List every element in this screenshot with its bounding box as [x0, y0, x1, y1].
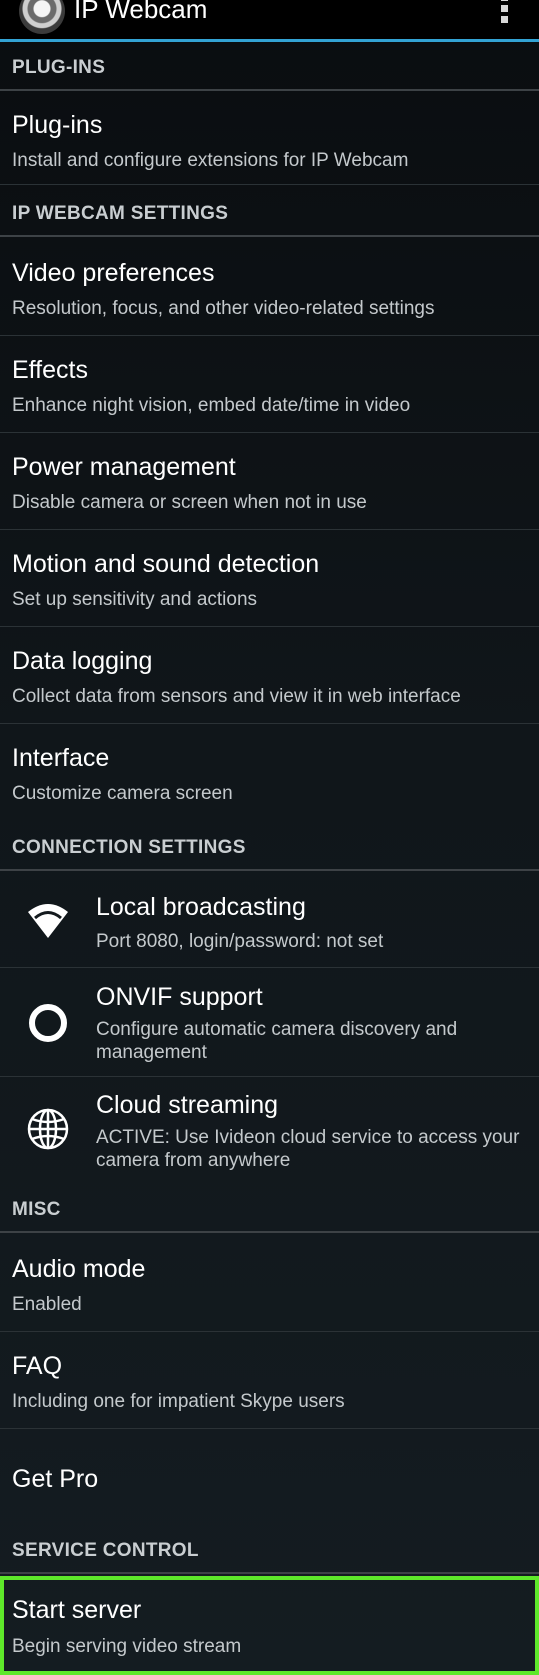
pref-summary: Disable camera or screen when not in use [12, 492, 367, 513]
section-header-service: SERVICE CONTROL [0, 1526, 539, 1574]
pref-effects[interactable]: Effects Enhance night vision, embed date… [0, 336, 539, 433]
pref-motion-detection[interactable]: Motion and sound detection Set up sensit… [0, 530, 539, 627]
section-header-misc: MISC [0, 1185, 539, 1233]
overflow-menu-icon[interactable] [499, 0, 509, 26]
pref-video-preferences[interactable]: Video preferences Resolution, focus, and… [0, 239, 539, 336]
pref-power-management[interactable]: Power management Disable camera or scree… [0, 433, 539, 530]
pref-title: FAQ [12, 1352, 63, 1380]
section-header-label: SERVICE CONTROL [12, 1540, 199, 1561]
pref-plugins[interactable]: Plug-ins Install and configure extension… [0, 93, 539, 185]
ring-icon [29, 1004, 67, 1042]
pref-local-broadcasting[interactable]: Local broadcasting Port 8080, login/pass… [0, 873, 539, 968]
section-header-label: CONNECTION SETTINGS [12, 837, 246, 858]
pref-summary: Enabled [12, 1294, 82, 1315]
pref-get-pro[interactable]: Get Pro [0, 1429, 539, 1529]
pref-summary: Including one for impatient Skype users [12, 1391, 345, 1412]
pref-title: Start server [12, 1596, 142, 1624]
pref-title: Effects [12, 356, 88, 384]
pref-onvif-support[interactable]: ONVIF support Configure automatic camera… [0, 968, 539, 1077]
pref-title: Data logging [12, 647, 153, 675]
globe-icon [27, 1108, 69, 1150]
pref-summary: ACTIVE: Use Ivideon cloud service to acc… [96, 1127, 520, 1171]
pref-title: Video preferences [12, 259, 215, 287]
camera-lens-icon [19, 0, 65, 34]
section-header-settings: IP WEBCAM SETTINGS [0, 189, 539, 237]
pref-summary: Port 8080, login/password: not set [96, 931, 384, 952]
pref-data-logging[interactable]: Data logging Collect data from sensors a… [0, 627, 539, 724]
pref-summary: Configure automatic camera discovery and… [96, 1019, 458, 1063]
settings-screen: IP Webcam PLUG-INS Plug-ins Install and … [0, 0, 539, 1675]
pref-title: Motion and sound detection [12, 550, 320, 578]
pref-summary: Install and configure extensions for IP … [12, 150, 409, 171]
section-header-connection: CONNECTION SETTINGS [0, 823, 539, 871]
action-bar: IP Webcam [0, 0, 539, 42]
pref-title: Power management [12, 453, 236, 481]
pref-interface[interactable]: Interface Customize camera screen [0, 724, 539, 820]
pref-audio-mode[interactable]: Audio mode Enabled [0, 1235, 539, 1332]
pref-title: Local broadcasting [96, 893, 306, 921]
pref-title: Interface [12, 744, 110, 772]
pref-summary: Enhance night vision, embed date/time in… [12, 395, 411, 416]
app-title: IP Webcam [74, 0, 208, 24]
section-header-plugins: PLUG-INS [0, 43, 539, 91]
pref-title: Get Pro [12, 1465, 99, 1493]
section-header-label: MISC [12, 1199, 61, 1220]
pref-title: Cloud streaming [96, 1091, 279, 1119]
pref-title: Audio mode [12, 1255, 146, 1283]
pref-summary: Begin serving video stream [12, 1636, 242, 1657]
pref-title: ONVIF support [96, 983, 263, 1011]
pref-summary: Resolution, focus, and other video-relat… [12, 298, 435, 319]
pref-summary: Set up sensitivity and actions [12, 589, 258, 610]
pref-summary: Collect data from sensors and view it in… [12, 686, 461, 707]
pref-title: Plug-ins [12, 111, 103, 139]
pref-faq[interactable]: FAQ Including one for impatient Skype us… [0, 1332, 539, 1429]
start-server-button[interactable]: Start server Begin serving video stream [0, 1576, 539, 1675]
section-header-label: PLUG-INS [12, 57, 106, 78]
wifi-icon [28, 904, 68, 938]
pref-summary: Customize camera screen [12, 783, 233, 804]
section-header-label: IP WEBCAM SETTINGS [12, 203, 229, 224]
